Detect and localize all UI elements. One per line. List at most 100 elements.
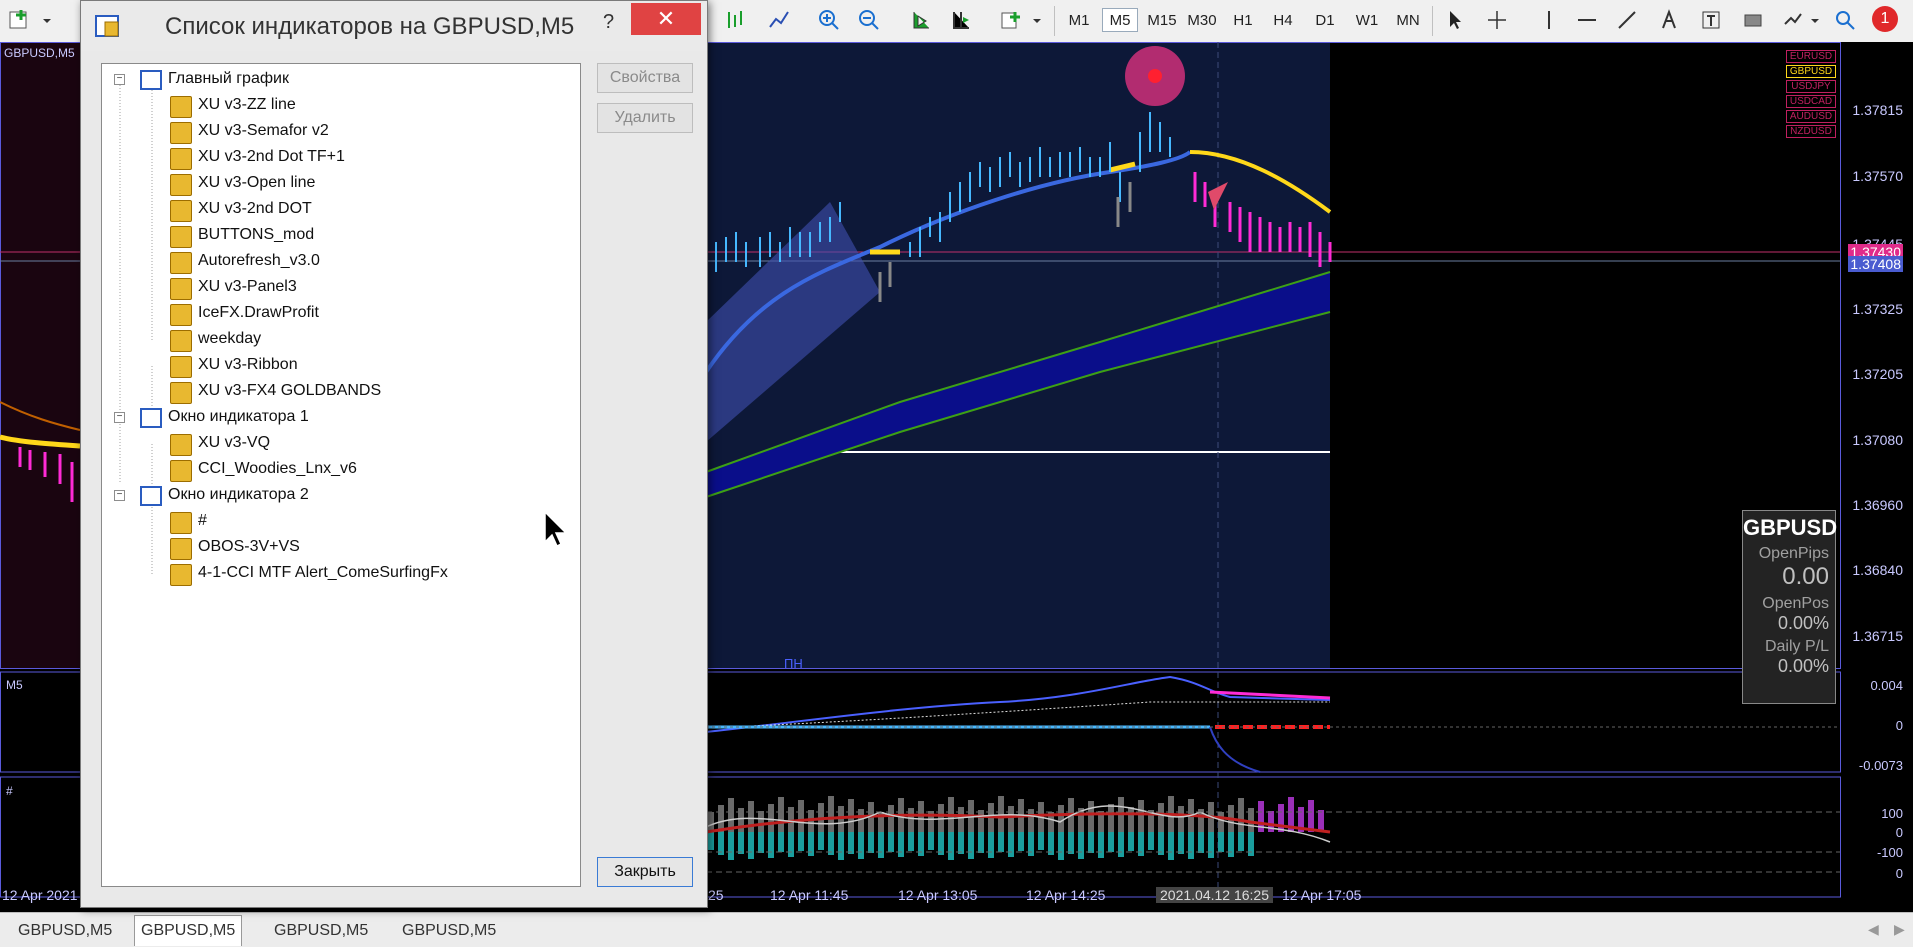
tab-chart-2[interactable]: GBPUSD,M5 xyxy=(134,915,243,946)
tf-m5[interactable]: M5 xyxy=(1102,8,1138,32)
dropdown-arrow-icon[interactable] xyxy=(1808,9,1822,31)
autoscroll-icon[interactable] xyxy=(910,9,932,31)
tree-indicator-item[interactable]: OBOS-3V+VS xyxy=(198,538,300,556)
line-chart-icon[interactable] xyxy=(768,9,790,31)
tree-indicator-item[interactable]: XU v3-FX4 GOLDBANDS xyxy=(198,382,381,400)
tf-m1[interactable]: M1 xyxy=(1064,10,1094,32)
zoom-out-icon[interactable] xyxy=(858,9,880,31)
tree-indicator-item[interactable]: XU v3-Open line xyxy=(198,174,315,192)
tree-indicator-item[interactable]: Autorefresh_v3.0 xyxy=(198,252,320,270)
symbol-nzdusd[interactable]: NZDUSD xyxy=(1786,125,1836,138)
histogram-bar xyxy=(1108,832,1114,852)
histogram-bar xyxy=(1018,832,1024,851)
dropdown-arrow-icon[interactable] xyxy=(40,9,54,31)
indicators-dialog: Список индикаторов на GBPUSD,M5 ? ✕ − Гла… xyxy=(80,0,708,908)
tree-collapse-toggle[interactable]: − xyxy=(114,412,125,423)
search-icon[interactable] xyxy=(1834,9,1856,31)
dialog-titlebar[interactable]: Список индикаторов на GBPUSD,M5 ? ✕ xyxy=(81,1,707,51)
tf-h1[interactable]: H1 xyxy=(1228,10,1258,32)
histogram-bar xyxy=(978,832,984,853)
zoom-in-icon[interactable] xyxy=(818,9,840,31)
symbol-eurusd[interactable]: EURUSD xyxy=(1786,50,1836,63)
histogram-bar xyxy=(1098,832,1104,858)
tree-indicator-item[interactable]: # xyxy=(198,512,207,530)
tree-indicator-item[interactable]: XU v3-Semafor v2 xyxy=(198,122,329,140)
profit-panel: GBPUSD OpenPips 0.00 OpenPos 0.00% Daily… xyxy=(1742,510,1837,704)
tree-collapse-toggle[interactable]: − xyxy=(114,74,125,85)
close-button[interactable]: ✕ xyxy=(631,3,701,35)
tf-w1[interactable]: W1 xyxy=(1352,10,1382,32)
sub1-level: -0.0073 xyxy=(1858,758,1903,773)
properties-button[interactable]: Свойства xyxy=(597,63,693,93)
histogram-bar xyxy=(1128,807,1134,832)
tree-indicator-item[interactable]: XU v3-2nd Dot TF+1 xyxy=(198,148,345,166)
histogram-bar xyxy=(748,832,754,859)
symbol-usdcad[interactable]: USDCAD xyxy=(1786,95,1836,108)
time-label: 12 Apr 17:05 xyxy=(1282,887,1362,903)
tab-chart-1[interactable]: GBPUSD,M5 xyxy=(12,919,118,943)
indicators-tree[interactable]: − Главный график XU v3-ZZ line XU v3-Semafo… xyxy=(101,63,581,887)
crosshair-icon[interactable] xyxy=(1486,9,1508,31)
histogram-bar xyxy=(778,832,784,852)
symbol-gbpusd[interactable]: GBPUSD xyxy=(1786,65,1836,78)
tree-indicator-item[interactable]: 4-1-CCI MTF Alert_ComeSurfingFx xyxy=(198,564,448,582)
rectangle-icon[interactable] xyxy=(1742,9,1764,31)
chart-shift-icon[interactable] xyxy=(950,9,972,31)
tree-group[interactable]: Окно индикатора 1 xyxy=(168,408,309,426)
tree-indicator-item[interactable]: XU v3-ZZ line xyxy=(198,96,296,114)
notification-badge[interactable]: 1 xyxy=(1872,6,1898,32)
histogram-bar xyxy=(898,832,904,857)
sub2-level: -100 xyxy=(1876,845,1903,860)
subwindow1-label: M5 xyxy=(6,678,23,692)
tab-chart-4[interactable]: GBPUSD,M5 xyxy=(396,919,502,943)
tree-indicator-item[interactable]: XU v3-Ribbon xyxy=(198,356,298,374)
cursor-icon[interactable] xyxy=(1444,9,1466,31)
tree-group[interactable]: Главный график xyxy=(168,70,289,88)
histogram-bar xyxy=(768,804,774,832)
histogram-bar xyxy=(1008,832,1014,857)
help-button[interactable]: ? xyxy=(603,11,614,34)
tf-d1[interactable]: D1 xyxy=(1310,10,1340,32)
tree-indicator-item[interactable]: XU v3-2nd DOT xyxy=(198,200,312,218)
histogram-bar xyxy=(858,832,864,859)
symbol-audusd[interactable]: AUDUSD xyxy=(1786,110,1836,123)
indicator-icon xyxy=(170,564,192,586)
histogram-bar xyxy=(1198,832,1204,853)
histogram-bar xyxy=(768,832,774,858)
indicator-icon xyxy=(170,512,192,534)
text-label-icon[interactable] xyxy=(1700,9,1722,31)
text-icon[interactable] xyxy=(1658,9,1680,31)
histogram-bar xyxy=(908,832,914,851)
tab-scroll-right-icon[interactable]: ▶ xyxy=(1894,921,1905,938)
tf-mn[interactable]: MN xyxy=(1392,10,1424,32)
histogram-bar xyxy=(708,812,714,832)
tf-m15[interactable]: M15 xyxy=(1144,10,1180,32)
tree-group[interactable]: Окно индикатора 2 xyxy=(168,486,309,504)
tf-h4[interactable]: H4 xyxy=(1268,10,1298,32)
trendline-icon[interactable] xyxy=(1616,9,1638,31)
new-chart-icon[interactable] xyxy=(8,9,30,31)
tree-indicator-item[interactable]: weekday xyxy=(198,330,261,348)
tree-indicator-item[interactable]: CCI_Woodies_Lnx_v6 xyxy=(198,460,357,478)
tree-indicator-item[interactable]: BUTTONS_mod xyxy=(198,226,314,244)
bar-chart-icon[interactable] xyxy=(724,9,746,31)
open-pips-value: 0.00 xyxy=(1782,563,1829,590)
arrows-icon[interactable] xyxy=(1782,9,1804,31)
tf-m30[interactable]: M30 xyxy=(1184,10,1220,32)
histogram-bar xyxy=(1068,832,1074,854)
tree-indicator-item[interactable]: IceFX.DrawProfit xyxy=(198,304,319,322)
tree-indicator-item[interactable]: XU v3-Panel3 xyxy=(198,278,297,296)
dropdown-arrow-icon[interactable] xyxy=(1030,9,1044,31)
tree-indicator-item[interactable]: XU v3-VQ xyxy=(198,434,270,452)
delete-button[interactable]: Удалить xyxy=(597,103,693,133)
tab-scroll-left-icon[interactable]: ◀ xyxy=(1868,921,1879,938)
close-dialog-button[interactable]: Закрыть xyxy=(597,857,693,887)
indicators-icon[interactable] xyxy=(1000,9,1022,31)
vertical-line-icon[interactable] xyxy=(1538,9,1560,31)
tab-chart-3[interactable]: GBPUSD,M5 xyxy=(268,919,374,943)
indicator-icon xyxy=(170,96,192,118)
histogram-bar xyxy=(788,807,794,832)
horizontal-line-icon[interactable] xyxy=(1576,9,1598,31)
tree-collapse-toggle[interactable]: − xyxy=(114,490,125,501)
symbol-usdjpy[interactable]: USDJPY xyxy=(1786,80,1836,93)
